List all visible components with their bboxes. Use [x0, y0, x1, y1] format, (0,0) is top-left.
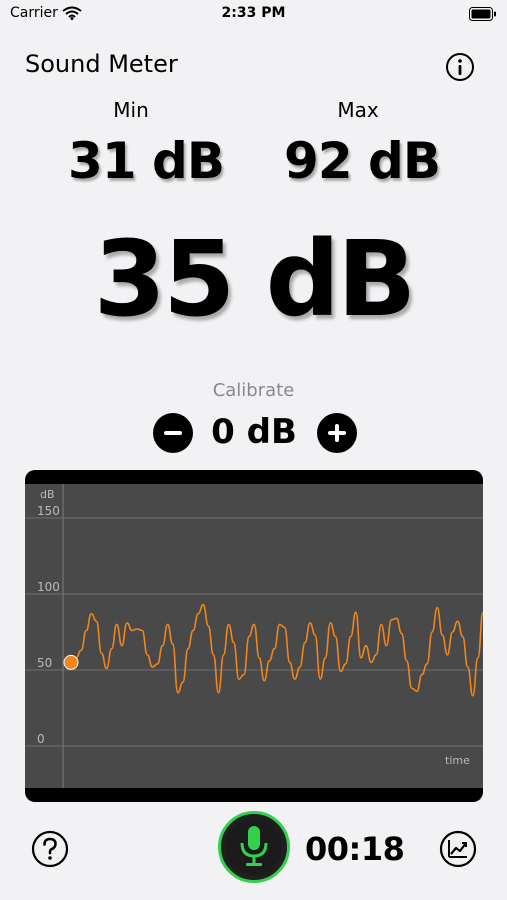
y-tick-label: 50	[37, 656, 52, 670]
plot-area	[25, 484, 483, 788]
question-circle-icon	[30, 830, 70, 873]
status-bar: Carrier 2:33 PM	[0, 0, 507, 30]
page-title: Sound Meter	[25, 50, 178, 78]
recording-timer: 00:18	[305, 830, 405, 868]
calibrate-minus-button[interactable]	[153, 413, 193, 453]
calibrate-plus-button[interactable]	[317, 413, 357, 453]
max-value: 92 dB	[284, 132, 441, 190]
y-tick-label: 150	[37, 504, 60, 518]
calibrate-control: 0 dB	[0, 412, 507, 454]
help-button[interactable]	[30, 829, 70, 869]
battery-icon	[469, 6, 497, 25]
min-label: Min	[113, 98, 149, 122]
y-tick-label: 0	[37, 732, 45, 746]
min-value: 31 dB	[68, 132, 225, 190]
microphone-icon	[221, 814, 287, 884]
chart-trend-icon	[438, 830, 478, 873]
sound-level-chart: dB time 150 100 50 0	[25, 470, 483, 802]
calibrate-value: 0 dB	[211, 412, 297, 452]
statistics-button[interactable]	[438, 829, 478, 869]
info-button[interactable]	[445, 52, 475, 82]
max-label: Max	[337, 98, 379, 122]
y-tick-label: 100	[37, 580, 60, 594]
chart-canvas: dB time 150 100 50 0	[25, 484, 483, 788]
info-circle-icon	[445, 53, 475, 86]
current-db-value: 35 dB	[93, 218, 417, 340]
status-time: 2:33 PM	[221, 5, 286, 21]
record-button[interactable]	[218, 811, 290, 883]
current-level-marker	[63, 654, 79, 670]
calibrate-label: Calibrate	[212, 380, 295, 401]
y-axis-label: dB	[40, 488, 55, 501]
x-axis-label: time	[445, 754, 470, 767]
